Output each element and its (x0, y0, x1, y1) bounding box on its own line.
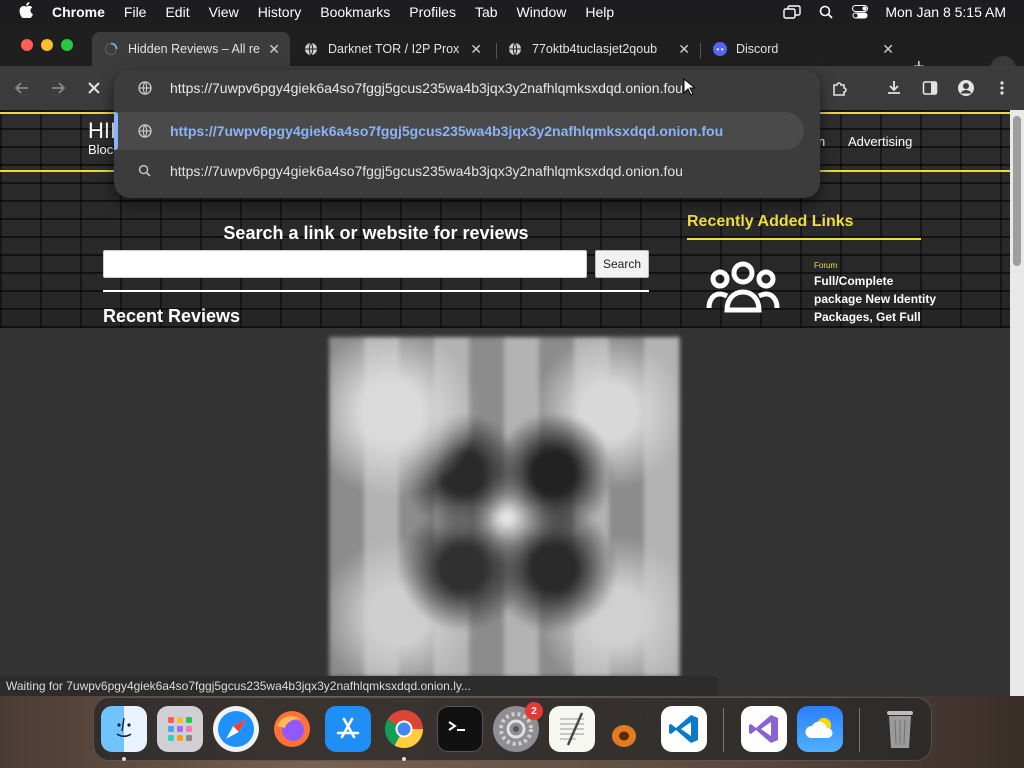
mouse-cursor-icon (683, 77, 697, 101)
nav-link-advertising[interactable]: Advertising (848, 134, 912, 149)
screen-mirroring-icon[interactable] (783, 5, 802, 19)
menu-view[interactable]: View (209, 4, 239, 20)
tab-close-icon[interactable]: ✕ (678, 41, 690, 58)
menu-clock[interactable]: Mon Jan 8 5:15 AM (885, 4, 1006, 20)
site-logo[interactable]: HII (88, 118, 116, 144)
menu-history[interactable]: History (258, 4, 302, 20)
menu-bar-extras: Mon Jan 8 5:15 AM (783, 0, 1006, 24)
system-settings-icon[interactable]: 2 (493, 702, 543, 752)
stop-loading-icon[interactable] (84, 78, 104, 98)
apple-menu-icon[interactable] (0, 2, 52, 22)
link-category[interactable]: Forum (814, 261, 837, 270)
finder-icon[interactable] (101, 706, 147, 752)
menu-help[interactable]: Help (585, 4, 614, 20)
site-logo-subtitle: Bloc (88, 142, 114, 157)
terminal-icon[interactable] (437, 706, 483, 752)
discord-icon (712, 42, 727, 56)
search-icon (138, 164, 151, 182)
macos-menu-bar: Chrome File Edit View History Bookmarks … (0, 0, 1024, 24)
selection-indicator (114, 112, 118, 150)
tab-title: Darknet TOR / I2P Prox (328, 42, 460, 56)
spotlight-search-icon[interactable] (817, 5, 835, 19)
tab-close-icon[interactable]: ✕ (268, 41, 280, 58)
search-button[interactable]: Search (595, 250, 649, 278)
menu-app-name[interactable]: Chrome (52, 4, 105, 20)
omnibox-dropdown: https://7uwpv6pgy4giek6a4so7fggj5gcus235… (114, 70, 820, 198)
close-window-button[interactable] (21, 39, 33, 51)
address-bar-text[interactable]: https://7uwpv6pgy4giek6a4so7fggj5gcus235… (170, 80, 683, 96)
recent-links-underline (687, 238, 921, 240)
omnibox-suggestion-url[interactable]: https://7uwpv6pgy4giek6a4so7fggj5gcus235… (114, 112, 804, 150)
tab-title: Discord (736, 42, 779, 56)
side-panel-icon[interactable] (920, 78, 940, 98)
trash-icon[interactable] (877, 706, 923, 752)
page-scrollbar[interactable] (1010, 110, 1024, 696)
tab-close-icon[interactable]: ✕ (470, 41, 482, 58)
menu-profiles[interactable]: Profiles (409, 4, 456, 20)
recent-link-title[interactable]: Full/Complete package New Identity Packa… (814, 272, 944, 326)
search-input[interactable] (103, 250, 587, 278)
forward-arrow-icon[interactable] (48, 78, 68, 98)
tab-strip: Hidden Reviews – All re ✕ Darknet TOR / … (0, 24, 1024, 82)
globe-icon (138, 124, 152, 143)
screen: Chrome File Edit View History Bookmarks … (0, 0, 1024, 768)
textedit-icon[interactable] (549, 706, 595, 752)
menu-tab[interactable]: Tab (475, 4, 498, 20)
recently-added-links-heading: Recently Added Links (687, 213, 854, 230)
profile-avatar-icon[interactable] (956, 78, 976, 98)
running-indicator (122, 757, 126, 761)
status-bubble: Waiting for 7uwpv6pgy4giek6a4so7fggj5gcu… (0, 676, 718, 696)
app-store-icon[interactable] (325, 706, 371, 752)
chrome-icon[interactable] (381, 706, 427, 752)
omnibox-suggestion-search[interactable]: https://7uwpv6pgy4giek6a4so7fggj5gcus235… (114, 152, 804, 190)
recent-reviews-heading: Recent Reviews (103, 306, 241, 326)
vscode-icon[interactable] (661, 706, 707, 752)
menu-window[interactable]: Window (517, 4, 567, 20)
weather-icon[interactable] (797, 706, 843, 752)
safari-icon[interactable] (213, 706, 259, 752)
scrollbar-thumb[interactable] (1013, 116, 1021, 266)
zoom-window-button[interactable] (61, 39, 73, 51)
tab-darknet-proxy[interactable]: Darknet TOR / I2P Prox ✕ (292, 32, 492, 66)
tab-close-icon[interactable]: ✕ (882, 41, 894, 58)
suggestion-text: https://7uwpv6pgy4giek6a4so7fggj5gcus235… (170, 163, 683, 179)
downloads-icon[interactable] (884, 78, 904, 98)
dock-separator (723, 708, 724, 752)
dock: 2 (93, 697, 932, 761)
loading-spinner-icon (104, 42, 118, 56)
tab-discord[interactable]: Discord ✕ (700, 32, 904, 66)
control-center-icon[interactable] (851, 5, 869, 19)
tab-title: 77oktb4tuclasjet2qoub (532, 42, 658, 56)
chrome-menu-icon[interactable] (992, 78, 1012, 98)
back-arrow-icon[interactable] (12, 78, 32, 98)
blurred-review-image (329, 337, 680, 677)
search-heading: Search a link or website for reviews (223, 223, 529, 243)
tab-onion-site[interactable]: 77oktb4tuclasjet2qoub ✕ (496, 32, 700, 66)
notification-badge: 2 (525, 702, 543, 720)
minimize-window-button[interactable] (41, 39, 53, 51)
garageband-icon[interactable] (605, 706, 651, 752)
tab-hidden-reviews[interactable]: Hidden Reviews – All re ✕ (92, 32, 290, 66)
menu-bookmarks[interactable]: Bookmarks (320, 4, 390, 20)
section-divider (103, 290, 649, 292)
globe-icon (304, 42, 318, 56)
dock-separator (859, 708, 860, 752)
menu-file[interactable]: File (124, 4, 147, 20)
address-bar[interactable]: https://7uwpv6pgy4giek6a4so7fggj5gcus235… (114, 70, 820, 106)
suggestion-text: https://7uwpv6pgy4giek6a4so7fggj5gcus235… (170, 123, 724, 139)
launchpad-icon[interactable] (157, 706, 203, 752)
globe-icon (508, 42, 522, 56)
site-info-globe-icon[interactable] (138, 81, 152, 100)
extensions-puzzle-icon[interactable] (830, 78, 850, 98)
visual-studio-icon[interactable] (741, 706, 787, 752)
menu-edit[interactable]: Edit (165, 4, 189, 20)
running-indicator (402, 757, 406, 761)
tab-title: Hidden Reviews – All re (128, 42, 261, 56)
user-group-icon (706, 260, 780, 319)
firefox-icon[interactable] (269, 706, 315, 752)
